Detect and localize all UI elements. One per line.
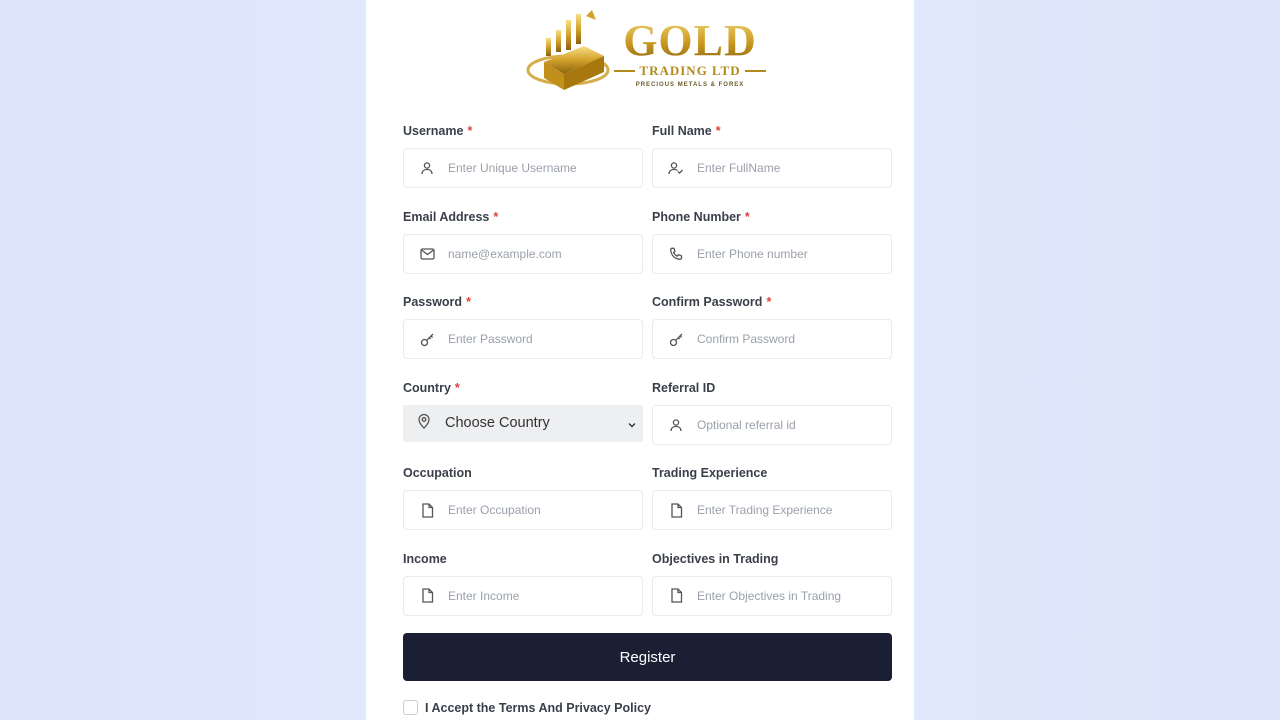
trading-experience-field: Trading Experience bbox=[652, 464, 892, 550]
referral-label: Referral ID bbox=[652, 380, 716, 395]
form-row: Password * Confirm Password * bbox=[403, 293, 892, 379]
confirm-password-field: Confirm Password * bbox=[652, 293, 892, 379]
terms-checkbox[interactable] bbox=[403, 700, 418, 715]
password-label: Password * bbox=[403, 295, 471, 310]
country-field: Country * Choose Country bbox=[403, 379, 643, 465]
phone-field: Phone Number * bbox=[652, 208, 892, 294]
logo-subtitle-text: TRADING LTD bbox=[639, 63, 741, 78]
file-icon bbox=[418, 501, 436, 519]
map-pin-icon bbox=[417, 413, 431, 434]
email-input[interactable] bbox=[448, 246, 628, 261]
occupation-input[interactable] bbox=[448, 503, 628, 518]
confirm-password-label: Confirm Password * bbox=[652, 295, 772, 310]
key-icon bbox=[418, 330, 436, 348]
referral-input-box[interactable] bbox=[652, 404, 892, 445]
required-marker: * bbox=[454, 380, 460, 395]
form-row: Occupation Trading Experience bbox=[403, 464, 892, 550]
fullname-field: Full Name * bbox=[652, 122, 892, 208]
occupation-input-box[interactable] bbox=[403, 490, 643, 531]
country-selected-value: Choose Country bbox=[445, 415, 550, 432]
password-field: Password * bbox=[403, 293, 643, 379]
gold-bars-icon bbox=[526, 10, 610, 90]
phone-label: Phone Number * bbox=[652, 209, 750, 224]
user-icon bbox=[418, 159, 436, 177]
confirm-password-input[interactable] bbox=[697, 332, 877, 347]
user-check-icon bbox=[667, 159, 685, 177]
objectives-input-box[interactable] bbox=[652, 575, 892, 616]
user-icon bbox=[667, 416, 685, 434]
form-row: Income Objectives in Trading bbox=[403, 550, 892, 636]
required-marker: * bbox=[467, 124, 473, 138]
password-input[interactable] bbox=[448, 332, 628, 347]
terms-label[interactable]: I Accept the Terms And Privacy Policy bbox=[425, 701, 651, 715]
email-field: Email Address * bbox=[403, 208, 643, 294]
username-input-box[interactable] bbox=[403, 148, 643, 188]
form-row: Username* Full Name* bbox=[403, 122, 892, 208]
form-row: Country * Choose Country Referral ID bbox=[403, 379, 892, 465]
required-marker: * bbox=[766, 295, 772, 310]
occupation-field: Occupation bbox=[403, 464, 643, 550]
trading-experience-input-box[interactable] bbox=[652, 490, 892, 531]
company-logo: GOLD TRADING LTD PRECIOUS METALS & FOREX bbox=[526, 10, 766, 98]
logo-tagline: PRECIOUS METALS & FOREX bbox=[635, 82, 745, 88]
file-icon bbox=[667, 501, 685, 519]
referral-input[interactable] bbox=[697, 417, 877, 432]
phone-input-box[interactable] bbox=[652, 233, 892, 274]
file-icon bbox=[418, 587, 436, 605]
logo-subtitle: TRADING LTD bbox=[614, 64, 766, 78]
trading-experience-label: Trading Experience bbox=[652, 466, 768, 481]
fullname-input[interactable] bbox=[697, 161, 877, 175]
email-input-box[interactable] bbox=[403, 233, 643, 274]
password-input-box[interactable] bbox=[403, 319, 643, 360]
required-marker: * bbox=[744, 209, 750, 224]
phone-icon bbox=[667, 245, 685, 263]
logo-brand-text: GOLD bbox=[614, 18, 766, 64]
terms-row: I Accept the Terms And Privacy Policy bbox=[403, 700, 651, 715]
fullname-input-box[interactable] bbox=[652, 148, 892, 188]
country-label: Country * bbox=[403, 380, 460, 395]
form-row: Email Address* Phone Number* bbox=[403, 208, 892, 294]
username-input[interactable] bbox=[448, 161, 628, 175]
registration-form: Username* Full Name* bbox=[403, 122, 892, 636]
username-field: Username * bbox=[403, 122, 643, 208]
referral-field: Referral ID bbox=[652, 379, 892, 465]
income-label: Income bbox=[403, 551, 447, 566]
income-input-box[interactable] bbox=[403, 575, 643, 616]
phone-input[interactable] bbox=[697, 246, 877, 261]
required-marker: * bbox=[715, 124, 721, 138]
income-input[interactable] bbox=[448, 588, 628, 603]
confirm-password-input-box[interactable] bbox=[652, 319, 892, 360]
registration-card: GOLD TRADING LTD PRECIOUS METALS & FOREX… bbox=[366, 0, 914, 720]
key-icon bbox=[667, 330, 685, 348]
country-select[interactable]: Choose Country bbox=[403, 404, 643, 442]
email-label: Email Address * bbox=[403, 209, 499, 224]
objectives-field: Objectives in Trading bbox=[652, 550, 892, 636]
register-button[interactable]: Register bbox=[403, 633, 892, 681]
chevron-down-icon bbox=[627, 417, 637, 435]
objectives-input[interactable] bbox=[697, 588, 877, 603]
objectives-label: Objectives in Trading bbox=[652, 551, 779, 566]
trading-experience-input[interactable] bbox=[697, 503, 877, 518]
income-field: Income bbox=[403, 550, 643, 636]
required-marker: * bbox=[466, 295, 471, 310]
logo-wordmark: GOLD TRADING LTD PRECIOUS METALS & FOREX bbox=[614, 18, 766, 88]
fullname-label: Full Name * bbox=[652, 124, 721, 138]
required-marker: * bbox=[493, 209, 499, 224]
username-label: Username * bbox=[403, 124, 473, 138]
occupation-label: Occupation bbox=[403, 466, 472, 481]
mail-icon bbox=[418, 245, 436, 263]
file-icon bbox=[667, 587, 685, 605]
